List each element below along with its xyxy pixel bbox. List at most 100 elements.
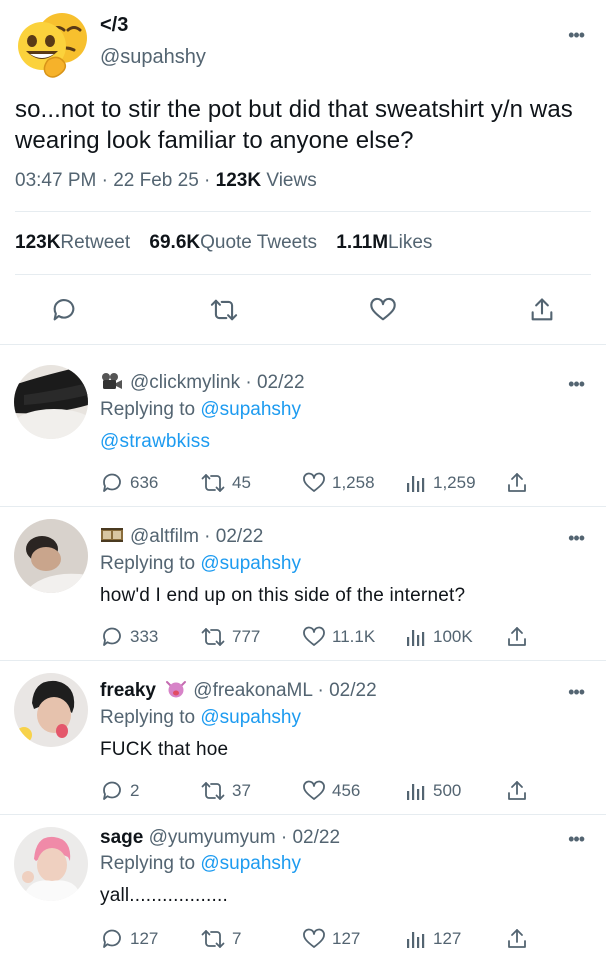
reply-handle[interactable]: @altfilm <box>130 526 199 547</box>
film-frames-icon <box>100 526 124 550</box>
main-tweet-text: so...not to stir the pot but did that sw… <box>15 96 573 154</box>
likes-stat[interactable]: 1.11M Likes <box>336 232 432 254</box>
avatar[interactable] <box>14 365 88 439</box>
reply-date: · 02/22 <box>240 372 305 393</box>
reply-count: 636 <box>130 473 159 492</box>
replying-to: Replying to @supahshy <box>100 707 301 729</box>
retweet-button[interactable]: 37 <box>200 777 251 805</box>
views-count: 127 <box>433 929 462 948</box>
replying-to-link[interactable]: @supahshy <box>200 707 301 728</box>
replying-to-link[interactable]: @supahshy <box>200 553 301 574</box>
reply-action-bar: 2 37 456 500 <box>0 777 606 805</box>
like-button[interactable]: 456 <box>302 777 360 805</box>
like-button[interactable]: 11.1K <box>302 623 375 651</box>
reply-action-bar: 636 45 1,258 1,259 <box>0 469 606 497</box>
reply-icon <box>103 627 121 646</box>
main-tweet: </3 @supahshy ••• so...not to stir the p… <box>0 0 606 345</box>
retweet-icon <box>210 299 238 321</box>
retweets-label: Retweet <box>60 232 131 253</box>
more-options-icon[interactable]: ••• <box>568 375 585 393</box>
reply-display-name[interactable]: sage <box>100 827 143 848</box>
share-button[interactable] <box>505 623 535 651</box>
reply-handle[interactable]: @freakonaML <box>193 680 312 701</box>
more-options-icon[interactable]: ••• <box>568 683 585 701</box>
retweet-count: 777 <box>232 627 261 646</box>
reply-count: 127 <box>130 929 159 948</box>
retweet-button[interactable] <box>206 292 242 328</box>
reply-button[interactable]: 2 <box>100 777 139 805</box>
views-count: 100K <box>433 627 473 646</box>
retweet-button[interactable]: 777 <box>200 623 260 651</box>
tweet-timestamp[interactable]: 03:47 PM · 22 Feb 25 · <box>15 170 216 191</box>
retweet-count: 45 <box>232 473 251 492</box>
tongue-face-icon <box>165 680 187 704</box>
share-button[interactable] <box>505 469 535 497</box>
main-display-name[interactable]: </3 <box>100 14 128 37</box>
views-button[interactable]: 100K <box>405 623 473 651</box>
reply-button[interactable]: 636 <box>100 469 158 497</box>
reply-handle[interactable]: @yumyumyum <box>149 827 276 848</box>
like-button[interactable]: 127 <box>302 925 360 953</box>
retweet-button[interactable]: 45 <box>200 469 251 497</box>
reply-text: how'd I end up on this side of the inter… <box>100 585 466 606</box>
like-button[interactable]: 1,258 <box>302 469 375 497</box>
share-button[interactable] <box>505 925 535 953</box>
quotes-stat[interactable]: 69.6K Quote Tweets <box>149 232 317 254</box>
replying-to-prefix: Replying to <box>100 707 201 728</box>
views-button[interactable]: 127 <box>405 925 461 953</box>
reply-tweet[interactable]: freaky @freakonaML · 02/22 ••• Replying … <box>0 661 606 815</box>
reply-text: FUCK that hoe <box>100 739 229 760</box>
reply-handle[interactable]: @clickmylink <box>130 372 240 393</box>
views-count: 500 <box>433 781 462 800</box>
avatar[interactable] <box>14 673 88 747</box>
retweet-icon <box>201 628 225 646</box>
reply-date: · 02/22 <box>198 526 264 547</box>
more-options-icon[interactable]: ••• <box>568 529 585 547</box>
views-button[interactable]: 1,259 <box>405 469 476 497</box>
reply-text-mention[interactable]: @strawbkiss <box>100 431 210 453</box>
avatar-emoji-faces[interactable] <box>14 8 88 82</box>
reply-button[interactable]: 127 <box>100 925 158 953</box>
reply-icon <box>53 299 75 321</box>
replying-to-link[interactable]: @supahshy <box>200 399 301 420</box>
share-button[interactable] <box>524 292 560 328</box>
retweets-stat[interactable]: 123K Retweet <box>15 232 130 254</box>
retweet-count: 7 <box>232 929 242 948</box>
like-count: 456 <box>332 781 361 800</box>
views-label: Views <box>261 170 317 191</box>
likes-count: 1.11M <box>336 232 389 253</box>
reply-button[interactable]: 333 <box>100 623 158 651</box>
replying-to: Replying to @supahshy <box>100 853 301 875</box>
like-button[interactable] <box>365 292 401 328</box>
reply-tweet[interactable]: sage @yumyumyum · 02/22 ••• Replying to … <box>0 815 606 960</box>
main-action-bar <box>0 292 606 328</box>
main-handle[interactable]: @supahshy <box>100 46 206 69</box>
reply-tweet[interactable]: @altfilm · 02/22 ••• Replying to @supahs… <box>0 507 606 661</box>
retweet-button[interactable]: 7 <box>200 925 241 953</box>
reply-tweet[interactable]: @clickmylink · 02/22 ••• Replying to @su… <box>0 345 606 507</box>
like-count: 11.1K <box>332 627 376 646</box>
like-count: 127 <box>332 929 361 948</box>
engagement-stats: 123K Retweet 69.6K Quote Tweets 1.11M Li… <box>15 232 446 254</box>
divider <box>15 274 591 275</box>
avatar[interactable] <box>14 519 88 593</box>
views-button[interactable]: 500 <box>405 777 461 805</box>
share-icon <box>508 473 526 492</box>
retweet-icon <box>201 782 225 800</box>
analytics-icon <box>407 476 425 492</box>
retweet-icon <box>201 930 225 948</box>
share-button[interactable] <box>505 777 535 805</box>
reply-icon <box>103 929 121 948</box>
reply-display-name[interactable]: freaky <box>100 680 156 701</box>
heart-icon <box>303 472 325 492</box>
replying-to-link[interactable]: @supahshy <box>200 853 301 874</box>
quotes-label: Quote Tweets <box>200 232 317 253</box>
reply-button[interactable] <box>46 292 82 328</box>
reply-action-bar: 127 7 127 127 <box>0 925 606 953</box>
replying-to-prefix: Replying to <box>100 399 201 420</box>
avatar[interactable] <box>14 827 88 901</box>
analytics-icon <box>407 630 425 646</box>
divider <box>15 211 591 212</box>
more-options-icon[interactable]: ••• <box>568 830 585 848</box>
more-options-icon[interactable]: ••• <box>568 26 585 44</box>
